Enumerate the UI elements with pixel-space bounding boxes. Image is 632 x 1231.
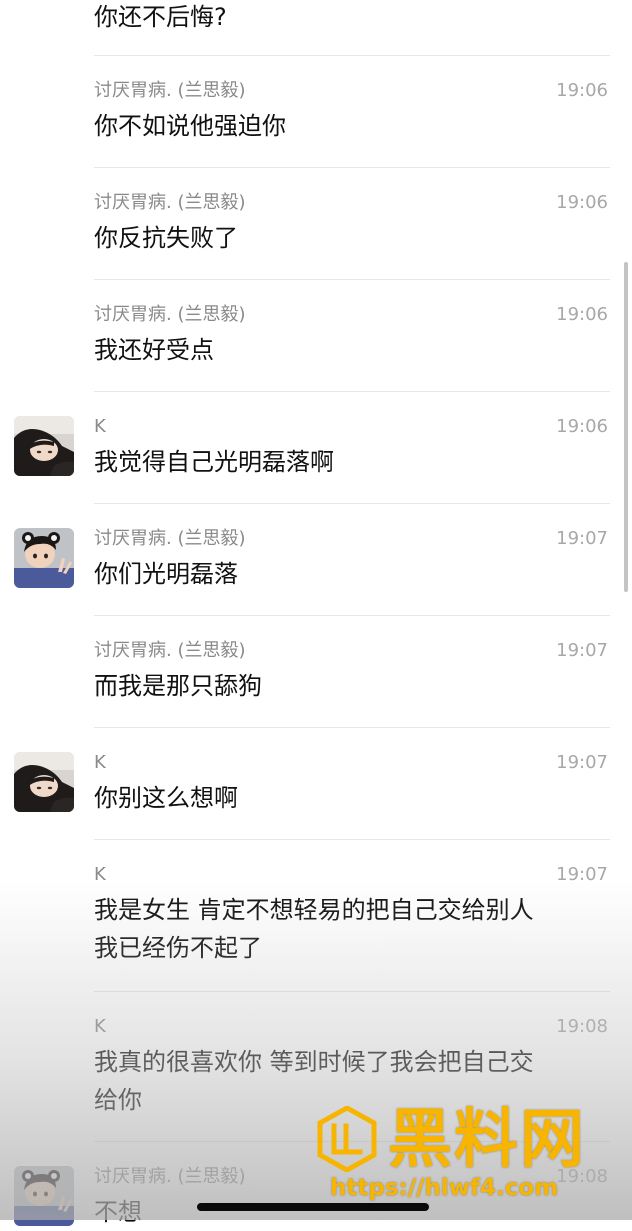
message-divider (94, 279, 610, 280)
home-indicator[interactable] (197, 1203, 429, 1211)
message-time: 19:06 (556, 304, 608, 325)
message-time: 19:06 (556, 192, 608, 213)
child-avatar-icon (14, 528, 74, 588)
message-sender: 讨厌胃病. (兰思毅) (94, 640, 246, 661)
scrollbar[interactable] (624, 262, 628, 592)
chat-history: 你还不后悔? 讨厌胃病. (兰思毅) 19:06 你不如说他强迫你 讨厌胃病. … (0, 0, 632, 1226)
message-sender: 讨厌胃病. (兰思毅) (94, 1166, 246, 1187)
message-text: 我还好受点 (94, 336, 214, 364)
avatar[interactable] (14, 528, 74, 588)
message-divider (94, 727, 610, 728)
message-divider (94, 391, 610, 392)
message-text: 你还不后悔? (94, 3, 227, 31)
message-text: 你不如说他强迫你 (94, 112, 286, 140)
message-time: 19:07 (556, 640, 608, 661)
message-time: 19:06 (556, 80, 608, 101)
message-sender: K (94, 864, 106, 885)
message-sender: 讨厌胃病. (兰思毅) (94, 528, 246, 549)
message-time: 19:06 (556, 416, 608, 437)
message-text: 不想 (94, 1198, 142, 1226)
message-text: 你们光明磊落 (94, 560, 238, 588)
message-time: 19:07 (556, 864, 608, 885)
message-text: 而我是那只舔狗 (94, 672, 262, 700)
child-avatar-icon (14, 1166, 74, 1226)
message-item[interactable]: K 19:07 我是女生 肯定不想轻易的把自己交给别人 我已经伤不起了 (0, 864, 632, 992)
message-item[interactable]: 讨厌胃病. (兰思毅) 19:06 你不如说他强迫你 (0, 80, 632, 168)
girl-avatar-icon (14, 752, 74, 812)
message-sender: 讨厌胃病. (兰思毅) (94, 80, 246, 101)
message-item[interactable]: K 19:08 我真的很喜欢你 等到时候了我会把自己交 给你 (0, 1016, 632, 1142)
message-sender: 讨厌胃病. (兰思毅) (94, 192, 246, 213)
message-divider (94, 1141, 610, 1142)
message-time: 19:07 (556, 528, 608, 549)
message-sender: K (94, 1016, 106, 1037)
message-item[interactable]: 讨厌胃病. (兰思毅) 19:07 而我是那只舔狗 (0, 640, 632, 728)
message-item[interactable]: 讨厌胃病. (兰思毅) 19:06 你反抗失败了 (0, 192, 632, 280)
message-divider (94, 503, 610, 504)
message-time: 19:08 (556, 1016, 608, 1037)
message-text: 我是女生 肯定不想轻易的把自己交给别人 我已经伤不起了 (94, 896, 534, 962)
message-divider (94, 839, 610, 840)
message-item[interactable]: K 19:07 你别这么想啊 (0, 752, 632, 840)
message-item[interactable]: 讨厌胃病. (兰思毅) 19:08 不想 (0, 1166, 632, 1226)
message-sender: K (94, 752, 106, 773)
message-divider (94, 167, 610, 168)
message-item[interactable]: 讨厌胃病. (兰思毅) 19:07 你们光明磊落 (0, 528, 632, 616)
avatar[interactable] (14, 1166, 74, 1226)
message-text: 你别这么想啊 (94, 784, 238, 812)
girl-avatar-icon (14, 416, 74, 476)
message-item[interactable]: 讨厌胃病. (兰思毅) 19:06 我还好受点 (0, 304, 632, 392)
message-sender: K (94, 416, 106, 437)
message-divider (94, 55, 610, 56)
message-text: 你反抗失败了 (94, 224, 238, 252)
message-time: 19:08 (556, 1166, 608, 1187)
message-sender: 讨厌胃病. (兰思毅) (94, 304, 246, 325)
message-item[interactable]: K 19:06 我觉得自己光明磊落啊 (0, 416, 632, 504)
message-divider (94, 615, 610, 616)
avatar[interactable] (14, 416, 74, 476)
avatar[interactable] (14, 752, 74, 812)
message-time: 19:07 (556, 752, 608, 773)
message-text: 我真的很喜欢你 等到时候了我会把自己交 给你 (94, 1048, 534, 1114)
message-text: 我觉得自己光明磊落啊 (94, 448, 334, 476)
message-item[interactable]: 你还不后悔? (0, 0, 632, 56)
message-divider (94, 991, 610, 992)
